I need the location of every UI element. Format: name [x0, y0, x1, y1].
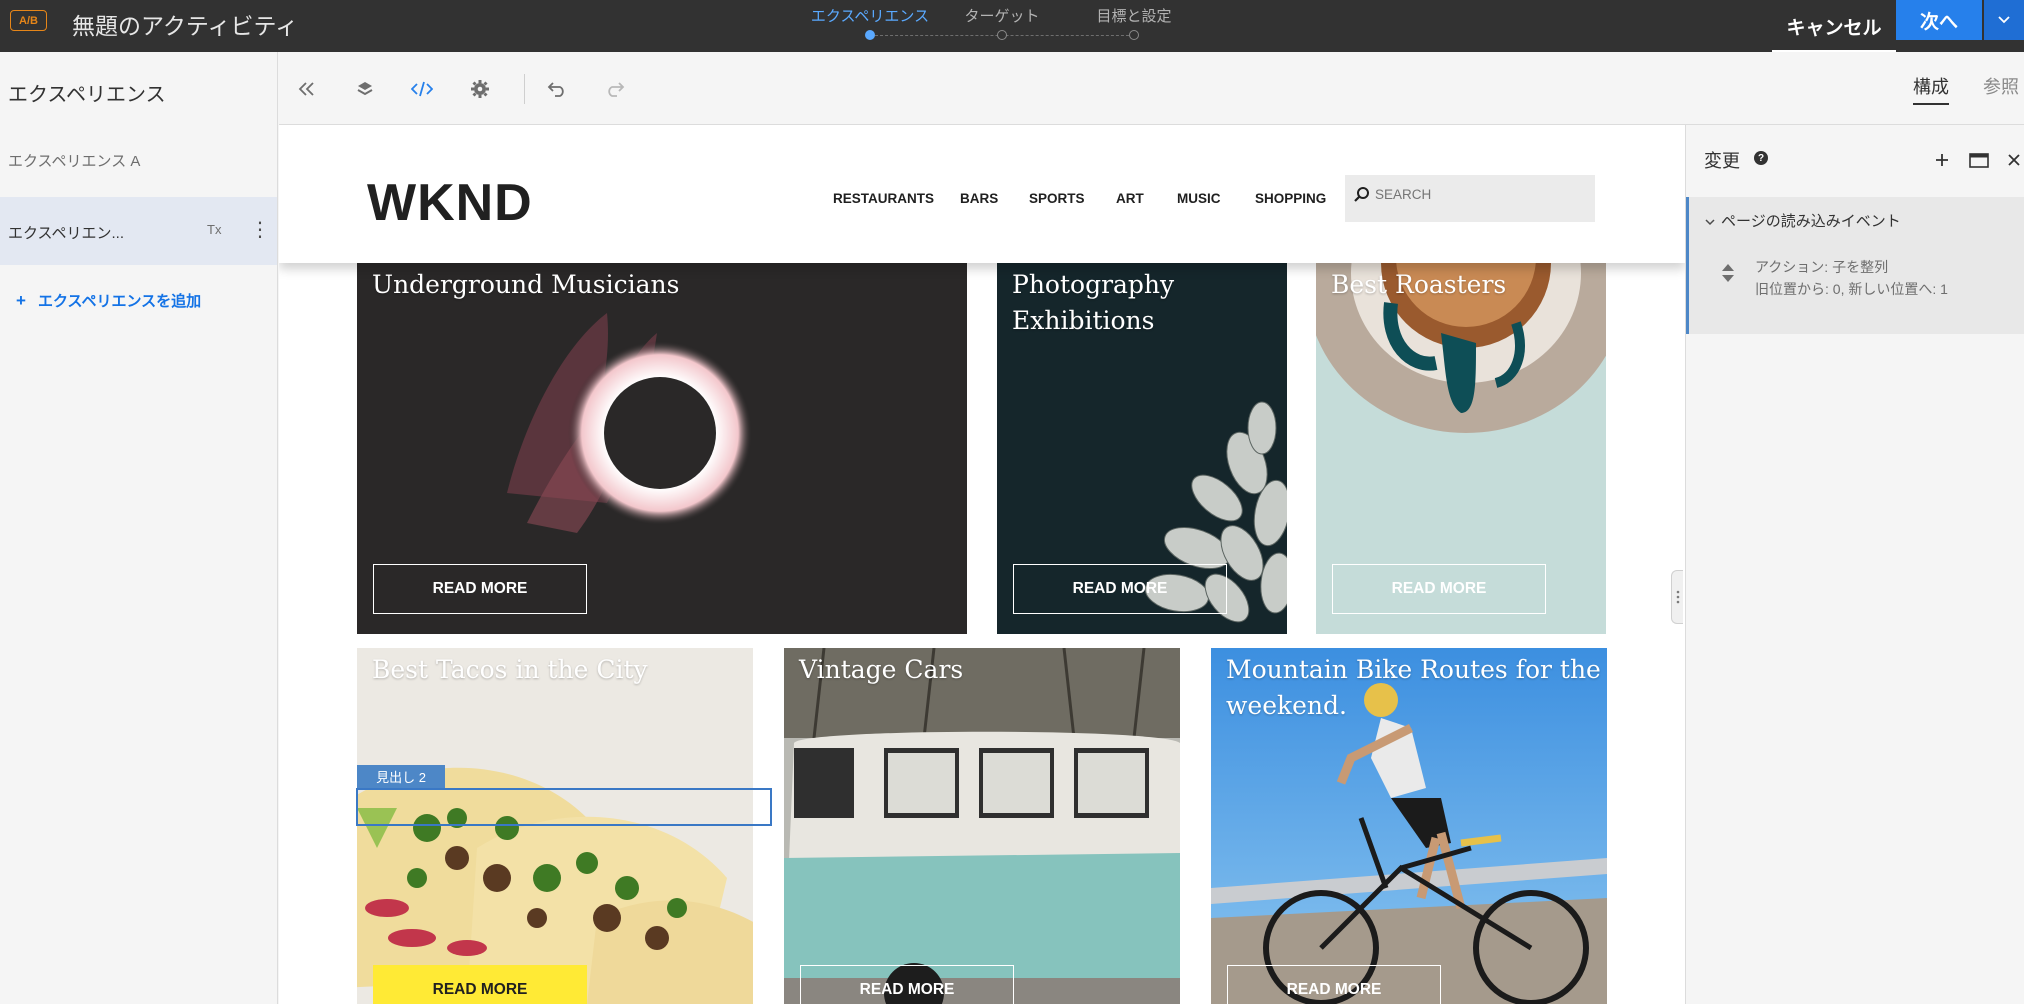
card-best-roasters[interactable]: Best Roasters READ MORE — [1316, 263, 1606, 634]
code-icon[interactable] — [407, 74, 437, 104]
nav-shopping[interactable]: SHOPPING — [1255, 191, 1326, 206]
experiences-panel: エクスペリエンス エクスペリエンス A エクスペリエン... Tx ⋮ + エクス… — [0, 52, 278, 1004]
card-best-tacos[interactable]: Best Tacos in the City READ MORE — [357, 648, 753, 1004]
rearrange-icon — [1722, 264, 1734, 282]
read-more-button[interactable]: READ MORE — [800, 965, 1014, 1004]
page-load-event-section[interactable]: ページの読み込みイベント アクション: 子を整列 旧位置から: 0, 新しい位置… — [1686, 197, 2024, 334]
read-more-button[interactable]: READ MORE — [1013, 564, 1227, 614]
card-title[interactable]: Best Tacos in the City — [372, 652, 648, 688]
card-photography-exhibitions[interactable]: Photography Exhibitions READ MORE — [997, 263, 1287, 634]
page-canvas[interactable]: WKND RESTAURANTS BARS SPORTS ART MUSIC S… — [279, 125, 1685, 1004]
card-title[interactable]: Mountain Bike Routes for the weekend. — [1226, 652, 1607, 724]
search-input[interactable] — [1375, 187, 1575, 202]
nav-bars[interactable]: BARS — [960, 191, 998, 206]
modification-action[interactable]: アクション: 子を整列 — [1755, 257, 1888, 277]
step-goals-dot — [1129, 30, 1139, 40]
step-experience-dot — [865, 30, 875, 40]
vintage-van-image — [784, 648, 1180, 1004]
nav-music[interactable]: MUSIC — [1177, 191, 1221, 206]
nav-sports[interactable]: SPORTS — [1029, 191, 1085, 206]
tab-browse[interactable]: 参照 — [1983, 73, 2019, 99]
read-more-button[interactable]: READ MORE — [373, 965, 587, 1004]
cancel-button[interactable]: キャンセル — [1772, 0, 1896, 52]
wknd-logo[interactable]: WKND — [367, 173, 533, 233]
editor-toolbar: 構成 参照 — [279, 52, 2024, 125]
panel-resize-handle[interactable] — [1671, 570, 1683, 624]
card-mountain-bike-routes[interactable]: Mountain Bike Routes for the weekend. RE… — [1211, 648, 1607, 1004]
step-experience[interactable]: エクスペリエンス — [800, 5, 940, 26]
nav-restaurants[interactable]: RESTAURANTS — [833, 191, 934, 206]
ab-activity-badge: A/B — [10, 10, 47, 31]
modifications-title: 変更 — [1704, 151, 1740, 171]
experience-b-item[interactable]: エクスペリエン... Tx ⋮ — [0, 197, 277, 265]
plus-icon: + — [16, 291, 26, 310]
undo-icon[interactable] — [542, 74, 572, 104]
site-header[interactable]: WKND RESTAURANTS BARS SPORTS ART MUSIC S… — [279, 125, 1685, 263]
modification-detail: 旧位置から: 0, 新しい位置へ: 1 — [1755, 281, 1948, 297]
collapse-icon[interactable] — [292, 74, 322, 104]
redo-icon[interactable] — [600, 74, 630, 104]
workflow-steps: エクスペリエンス ターゲット 目標と設定 — [800, 0, 1200, 52]
next-dropdown-button[interactable] — [1984, 0, 2024, 40]
next-button[interactable]: 次へ — [1896, 0, 1982, 40]
add-modification-icon[interactable] — [1929, 147, 1955, 173]
tab-compose[interactable]: 構成 — [1913, 73, 1949, 105]
step-target-dot — [997, 30, 1007, 40]
top-bar: A/B 無題のアクティビティ エクスペリエンス ターゲット 目標と設定 キャンセ… — [0, 0, 2024, 52]
read-more-button[interactable]: READ MORE — [1227, 965, 1441, 1004]
chevron-down-icon — [1705, 219, 1715, 226]
read-more-button[interactable]: READ MORE — [1332, 564, 1546, 614]
site-search[interactable] — [1345, 175, 1595, 222]
add-experience-button[interactable]: + エクスペリエンスを追加 — [16, 290, 201, 311]
toolbar-divider — [524, 74, 525, 104]
activity-title[interactable]: 無題のアクティビティ — [72, 7, 298, 41]
read-more-button[interactable]: READ MORE — [373, 564, 587, 614]
card-title[interactable]: Vintage Cars — [799, 652, 963, 688]
card-title[interactable]: Photography Exhibitions — [1012, 267, 1287, 339]
experiences-panel-title: エクスペリエンス — [8, 84, 166, 106]
experience-b-label: エクスペリエン... — [8, 225, 125, 242]
card-title[interactable]: Underground Musicians — [372, 267, 679, 303]
help-icon[interactable]: ? — [1754, 151, 1768, 165]
selected-element-tag[interactable]: 見出し 2 — [357, 765, 445, 788]
search-icon — [1354, 187, 1369, 202]
drag-handle-icon — [1676, 590, 1679, 604]
chevron-down-icon — [1998, 16, 2010, 24]
card-title[interactable]: Best Roasters — [1331, 267, 1506, 303]
rename-icon[interactable]: Tx — [207, 222, 221, 237]
layers-icon[interactable] — [350, 74, 380, 104]
viewport-icon[interactable] — [1966, 147, 1992, 173]
experience-a-item[interactable]: エクスペリエンス A — [8, 150, 140, 171]
card-underground-musicians[interactable]: Underground Musicians READ MORE — [357, 263, 967, 634]
page-load-event-header[interactable]: ページの読み込みイベント — [1705, 210, 1901, 231]
step-goals-settings[interactable]: 目標と設定 — [1064, 5, 1204, 26]
page-load-event-title: ページの読み込みイベント — [1721, 213, 1901, 230]
nav-art[interactable]: ART — [1116, 191, 1144, 206]
more-options-icon[interactable]: ⋮ — [250, 217, 270, 242]
settings-icon[interactable] — [465, 74, 495, 104]
close-icon[interactable] — [2001, 147, 2024, 173]
tacos-image — [357, 648, 753, 1004]
add-experience-label: エクスペリエンスを追加 — [37, 293, 202, 310]
step-target[interactable]: ターゲット — [932, 5, 1072, 26]
card-vintage-cars[interactable]: Vintage Cars READ MORE — [784, 648, 1180, 1004]
modifications-panel: 変更 ? ページの読み込みイベント アクション: 子を整列 旧位置から: 0, … — [1685, 125, 2024, 1004]
